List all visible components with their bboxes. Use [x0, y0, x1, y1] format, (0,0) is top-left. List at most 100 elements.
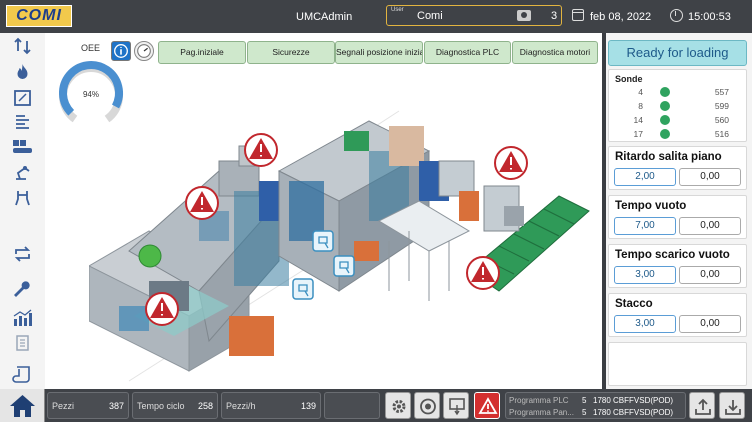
- program-number: 5: [582, 396, 587, 405]
- right-panel: Ready for loading Sonde 4 557 8 599 14 5…: [606, 33, 752, 389]
- sonde-id: 4: [638, 87, 643, 97]
- program-value: 1780 CBFFVSD(POD): [593, 396, 674, 405]
- empty-card: [608, 342, 747, 386]
- user-badge-icon: [517, 10, 531, 21]
- sidebar: [0, 33, 45, 389]
- tab-segnali-posizione-iniziale[interactable]: Segnali posizione iniziale: [335, 41, 423, 64]
- sidebar-item-heating[interactable]: [12, 63, 33, 81]
- sonde-value: 599: [714, 101, 729, 111]
- home-icon: [10, 395, 35, 417]
- param-title: Tempo scarico vuoto: [615, 249, 730, 261]
- sidebar-item-robot[interactable]: [12, 163, 33, 181]
- tab-diagnostica-motori[interactable]: Diagnostica motori: [512, 41, 598, 64]
- robot-arm-icon: [16, 166, 30, 180]
- gauge-button[interactable]: [134, 41, 154, 61]
- alarm-marker[interactable]: [466, 256, 500, 290]
- user-field-label: User: [391, 7, 404, 13]
- user-field-value: Comi: [417, 10, 443, 22]
- sidebar-item-frame[interactable]: [12, 89, 33, 107]
- alarm-marker[interactable]: [185, 186, 219, 220]
- sonde-row: 14 560: [609, 114, 748, 127]
- param-actual-value: 0,00: [679, 315, 741, 333]
- load-unload-icon: [14, 37, 31, 55]
- counter-label: Pezzi/h: [226, 401, 256, 411]
- alarms-button[interactable]: [474, 392, 500, 419]
- upload-button[interactable]: [689, 392, 715, 419]
- gauge-icon: [137, 44, 151, 58]
- tab-sicurezze[interactable]: Sicurezze: [247, 41, 335, 64]
- alarm-marker[interactable]: [244, 133, 278, 167]
- counter-tempo-ciclo: Tempo ciclo 258: [132, 392, 218, 419]
- program-label: Programma Pan...: [509, 408, 574, 417]
- param-setpoint-input[interactable]: 3,00: [614, 266, 676, 284]
- conveyor-icon: [13, 140, 32, 153]
- camera-icon: [420, 398, 436, 415]
- machine-layout-view: [89, 110, 590, 382]
- sidebar-item-conveyor[interactable]: [12, 137, 33, 155]
- left-machine-cell: [89, 145, 289, 372]
- sidebar-item-maintenance[interactable]: [12, 281, 33, 299]
- calendar-icon: [572, 9, 584, 21]
- settings-button[interactable]: [385, 392, 411, 419]
- param-setpoint-input[interactable]: 3,00: [614, 315, 676, 333]
- warning-icon: [478, 397, 498, 414]
- clock-icon: [670, 9, 683, 22]
- camera-button[interactable]: [414, 392, 440, 419]
- counter-value: 139: [300, 401, 316, 411]
- param-title: Ritardo salita piano: [615, 151, 722, 163]
- user-level: 3: [551, 10, 558, 22]
- cycle-arrows-icon: [14, 246, 31, 262]
- ok-status-marker[interactable]: [138, 244, 162, 268]
- touch-mode-button[interactable]: [443, 392, 469, 419]
- param-actual-value: 0,00: [679, 266, 741, 284]
- program-label: Programma PLC: [509, 396, 569, 405]
- param-actual-value: 0,00: [679, 217, 741, 235]
- program-value: 1780 CBFFVSD(POD): [593, 408, 674, 417]
- tab-pag-iniziale[interactable]: Pag.iniziale: [158, 41, 246, 64]
- sidebar-item-statistics[interactable]: [12, 309, 33, 327]
- alarm-marker[interactable]: [494, 146, 528, 180]
- touch-hotspot-icon[interactable]: [333, 255, 355, 277]
- frame-icon: [14, 90, 31, 106]
- wrench-icon: [14, 281, 30, 297]
- param-actual-value: 0,00: [679, 168, 741, 186]
- param-title: Stacco: [615, 298, 653, 310]
- user-field[interactable]: User Comi 3: [386, 5, 562, 26]
- param-card-tempo-vuoto: Tempo vuoto 7,00 0,00: [608, 195, 747, 239]
- comi-logo: COMI: [6, 5, 72, 27]
- sidebar-item-documents[interactable]: [12, 335, 33, 353]
- tab-diagnostica-plc[interactable]: Diagnostica PLC: [424, 41, 511, 64]
- touch-screen-icon: [449, 398, 465, 416]
- alarm-marker[interactable]: [145, 292, 179, 326]
- counter-pezzi: Pezzi 387: [47, 392, 129, 419]
- param-title: Tempo vuoto: [615, 200, 687, 212]
- sidebar-item-load-unload[interactable]: [12, 37, 33, 55]
- download-button[interactable]: [719, 392, 745, 419]
- touch-hotspot-icon[interactable]: [292, 278, 314, 300]
- sonde-id: 17: [633, 129, 643, 139]
- sidebar-item-log[interactable]: [12, 365, 33, 383]
- upload-icon: [695, 398, 711, 415]
- sonde-status-dot: [660, 129, 670, 139]
- param-setpoint-input[interactable]: 7,00: [614, 217, 676, 235]
- sidebar-item-cycle[interactable]: [12, 245, 33, 263]
- sonde-card: Sonde 4 557 8 599 14 560 17 516: [608, 69, 747, 142]
- sonde-row: 4 557: [609, 86, 748, 99]
- program-number: 5: [582, 408, 587, 417]
- documents-icon: [16, 335, 29, 351]
- param-card-stacco: Stacco 3,00 0,00: [608, 293, 747, 337]
- sidebar-item-list[interactable]: [12, 113, 33, 131]
- chart-icon: [13, 309, 32, 326]
- gear-icon: [392, 400, 406, 413]
- sonde-value: 557: [714, 87, 729, 97]
- home-button[interactable]: [0, 389, 45, 422]
- sonde-status-dot: [660, 101, 670, 111]
- touch-hotspot-icon[interactable]: [312, 230, 334, 252]
- sidebar-item-gripper[interactable]: [12, 189, 33, 207]
- param-setpoint-input[interactable]: 2,00: [614, 168, 676, 186]
- counter-pezzi-ora: Pezzi/h 139: [221, 392, 321, 419]
- sonde-status-dot: [660, 115, 670, 125]
- main-panel: OEE Pag.iniziale Sicurezze Segnali posiz…: [45, 33, 602, 389]
- sonde-id: 8: [638, 101, 643, 111]
- current-time: 15:00:53: [688, 11, 731, 23]
